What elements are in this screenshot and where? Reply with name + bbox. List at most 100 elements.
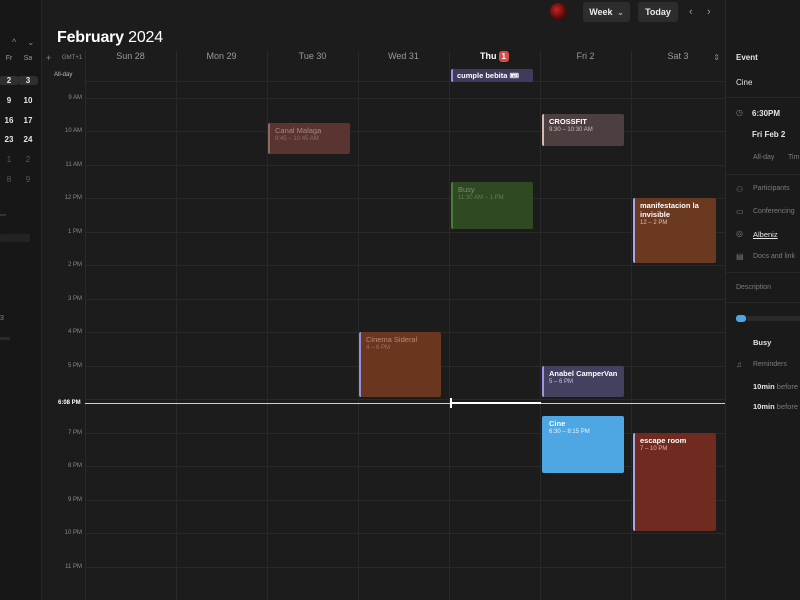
- event-crossfit[interactable]: CROSSFIT 9:30 – 10:30 AM: [542, 114, 624, 146]
- reminder-item[interactable]: 10min before: [753, 402, 798, 411]
- event-title: Canal Malaga: [275, 126, 322, 135]
- avatar[interactable]: [550, 3, 567, 20]
- hour-label: 12 PM: [64, 195, 82, 201]
- weekday-label: Fr: [5, 55, 13, 62]
- location-field[interactable]: Albeniz: [753, 230, 778, 239]
- hour-label: 2 PM: [67, 262, 82, 268]
- hour-line: [85, 399, 725, 400]
- mini-day[interactable]: 17: [18, 116, 38, 125]
- event-cinema-sideral[interactable]: Cinema Sideral 4 – 6 PM: [359, 332, 441, 397]
- hour-label: 8 PM: [67, 463, 82, 469]
- reminder-item[interactable]: 10min before: [753, 382, 798, 391]
- event-title-field[interactable]: Cine: [736, 78, 752, 87]
- event-cumple-bebita[interactable]: cumple bebita 🎟: [451, 69, 533, 82]
- event-detail-panel: Event Cine ◷ 6:30PM Fri Feb 2 All-day Ti…: [725, 0, 800, 600]
- today-button[interactable]: Today: [638, 2, 678, 22]
- mini-next-icon[interactable]: ⌄: [27, 37, 35, 48]
- day-header[interactable]: Mon 29: [176, 51, 267, 65]
- event-time: 7 – 10 PM: [640, 446, 668, 452]
- event-time: 5 – 6 PM: [549, 379, 574, 385]
- hour-line: [85, 198, 725, 199]
- event-title: cumple bebita 🎟: [457, 71, 520, 80]
- sidebar-divider: [0, 214, 6, 216]
- mini-day[interactable]: 10: [18, 96, 38, 105]
- day-header[interactable]: Fri 2: [540, 51, 631, 65]
- event-time: 12 – 2 PM: [640, 220, 668, 226]
- week-grid[interactable]: All-day 9 AM 10 AM 11 AM 12 PM 1 PM 2 PM…: [42, 51, 725, 600]
- weekday-label: Sa: [23, 55, 33, 62]
- mini-day[interactable]: 24: [18, 135, 38, 144]
- event-title: Cine: [549, 419, 566, 428]
- sidebar-item[interactable]: [0, 234, 30, 242]
- day-header[interactable]: Tue 30: [267, 51, 358, 65]
- hour-label: 11 PM: [65, 564, 82, 570]
- next-week-icon[interactable]: ›: [707, 6, 711, 18]
- conferencing-field[interactable]: Conferencing: [753, 208, 795, 215]
- reminder-unit: min: [761, 382, 775, 391]
- description-field[interactable]: Description: [736, 284, 771, 291]
- calendar-color-swatch[interactable]: [736, 315, 746, 322]
- event-time: 4 – 6 PM: [366, 345, 391, 351]
- event-title: Anabel CamperVan: [549, 369, 618, 378]
- page-title: February 2024: [57, 29, 163, 47]
- mini-day[interactable]: 1: [0, 155, 19, 164]
- hour-line: [85, 500, 725, 501]
- day-header[interactable]: Wed 31: [358, 51, 449, 65]
- panel-heading: Event: [736, 53, 758, 62]
- panel-divider: [726, 272, 800, 273]
- mini-day[interactable]: 9: [18, 175, 38, 184]
- hour-label: 1 PM: [67, 229, 82, 235]
- day-header-today[interactable]: Thu 1: [449, 51, 540, 65]
- event-busy[interactable]: Busy 11:30 AM – 1 PM: [451, 182, 533, 229]
- participants-field[interactable]: Participants: [753, 185, 790, 192]
- event-time-field[interactable]: 6:30PM: [752, 109, 780, 118]
- event-title: Cinema Sideral: [366, 335, 418, 344]
- view-select-button[interactable]: Week ⌄: [583, 2, 630, 22]
- mini-day[interactable]: 16: [0, 116, 19, 125]
- event-cine[interactable]: Cine 6:30 – 8:15 PM: [542, 416, 624, 473]
- mini-prev-icon[interactable]: ^: [12, 37, 16, 47]
- time-zone-label[interactable]: Tim: [788, 154, 799, 161]
- mini-day[interactable]: 8: [0, 175, 19, 184]
- video-icon: ▭: [736, 207, 744, 216]
- reminder-suffix: before: [776, 382, 799, 391]
- day-divider: [85, 51, 86, 600]
- prev-week-icon[interactable]: ‹: [689, 6, 693, 18]
- panel-divider: [726, 302, 800, 303]
- sidebar-item[interactable]: [0, 337, 10, 340]
- hour-line: [85, 533, 725, 534]
- day-header-label: Thu: [480, 51, 497, 61]
- day-divider: [449, 51, 450, 600]
- hour-label: 10 AM: [64, 128, 82, 134]
- all-day-toggle-label[interactable]: All-day: [753, 154, 774, 161]
- event-canal-malaga[interactable]: Canal Malaga 9:45 – 10:45 AM: [268, 123, 350, 154]
- hour-line: [85, 232, 725, 233]
- hour-label: 11 AM: [65, 162, 82, 168]
- availability-field[interactable]: Busy: [753, 338, 771, 347]
- mini-day[interactable]: 2: [18, 155, 38, 164]
- event-escape-room[interactable]: escape room 7 – 10 PM: [633, 433, 716, 531]
- location-icon: ◎: [736, 229, 743, 238]
- day-header[interactable]: Sat 3: [631, 51, 725, 65]
- event-time: 9:30 – 10:30 AM: [549, 127, 593, 133]
- sidebar-mark: 3: [0, 315, 4, 322]
- current-time-label: 6:08 PM: [58, 400, 81, 406]
- mini-day[interactable]: 9: [0, 96, 19, 105]
- mini-calendar-sidebar: ^ ⌄ Fr Sa 2 3 9 10 16 17 23 24 1 2 8 9 3: [0, 0, 42, 600]
- calendar-header: February 2024 Week ⌄ Today ‹ › + GMT+1 ⇕…: [42, 0, 725, 66]
- mini-day[interactable]: 2: [0, 76, 19, 85]
- hour-label: 10 PM: [64, 530, 82, 536]
- mini-day[interactable]: 3: [18, 76, 38, 85]
- day-header[interactable]: Sun 28: [85, 51, 176, 65]
- all-day-divider: [85, 81, 725, 82]
- hour-line: [85, 433, 725, 434]
- event-date-field[interactable]: Fri Feb 2: [752, 130, 785, 139]
- event-time: 11:30 AM – 1 PM: [458, 195, 504, 201]
- event-anabel-campervan[interactable]: Anabel CamperVan 5 – 6 PM: [542, 366, 624, 397]
- add-timezone-icon[interactable]: +: [46, 53, 51, 63]
- event-manifestacion[interactable]: manifestacion la invisible 12 – 2 PM: [633, 198, 716, 263]
- calendar-select[interactable]: [746, 316, 800, 321]
- docs-field[interactable]: Docs and link: [753, 253, 795, 260]
- event-title: escape room: [640, 436, 687, 445]
- mini-day[interactable]: 23: [0, 135, 19, 144]
